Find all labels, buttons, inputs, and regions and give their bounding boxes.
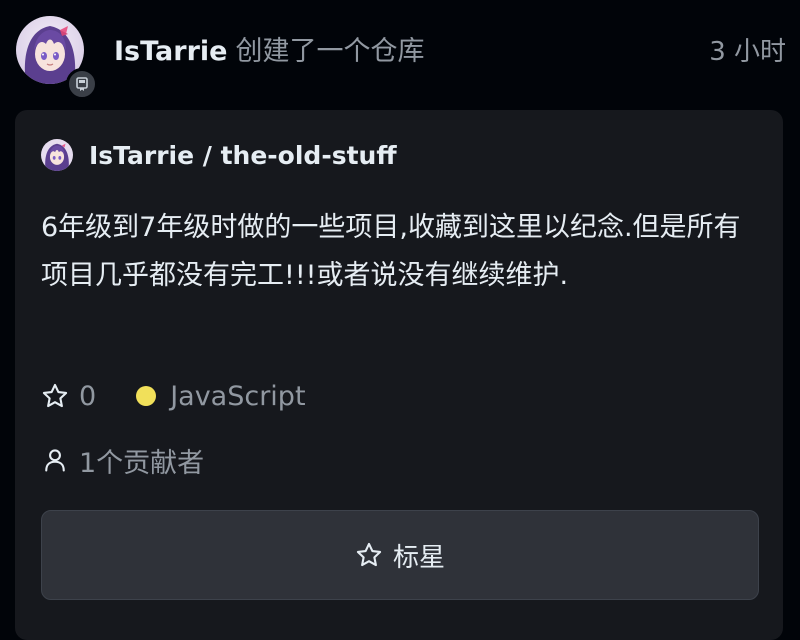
- contributors-link[interactable]: 1个贡献者: [41, 440, 204, 480]
- actor-avatar-group[interactable]: [16, 16, 100, 100]
- star-icon: [355, 541, 383, 569]
- star-icon: [41, 382, 69, 410]
- repo-name-link[interactable]: IsTarrie / the-old-stuff: [89, 141, 397, 170]
- repo-language: JavaScript: [136, 380, 306, 412]
- owner-avatar[interactable]: [41, 139, 73, 171]
- repo-icon: [74, 76, 90, 92]
- person-icon: [41, 446, 69, 474]
- repo-meta-row: 0 JavaScript: [41, 376, 306, 416]
- actor-username-link[interactable]: IsTarrie: [114, 36, 227, 67]
- owner-avatar-image: [41, 139, 73, 171]
- repo-card: IsTarrie / the-old-stuff 6年级到7年级时做的一些项目,…: [15, 110, 783, 640]
- contributors-text: 1个贡献者: [79, 447, 205, 479]
- language-name: JavaScript: [170, 380, 306, 412]
- relative-time[interactable]: 3 小时: [709, 34, 786, 70]
- feed-item-header: IsTarrie 创建了一个仓库 3 小时: [16, 16, 786, 100]
- star-count-value: 0: [79, 380, 97, 412]
- star-button-label: 标星: [392, 542, 445, 573]
- feed-item-summary: IsTarrie 创建了一个仓库: [114, 34, 424, 70]
- star-count[interactable]: 0: [41, 381, 96, 412]
- repo-title-row: IsTarrie / the-old-stuff: [41, 138, 397, 172]
- language-color-dot: [136, 386, 157, 406]
- feed-action-text: 创建了一个仓库: [235, 36, 425, 67]
- repo-badge: [66, 68, 98, 100]
- repo-description: 6年级到7年级时做的一些项目,收藏到这里以纪念.但是所有项目几乎都没有完工!!!…: [41, 212, 741, 291]
- star-button[interactable]: 标星: [41, 510, 759, 600]
